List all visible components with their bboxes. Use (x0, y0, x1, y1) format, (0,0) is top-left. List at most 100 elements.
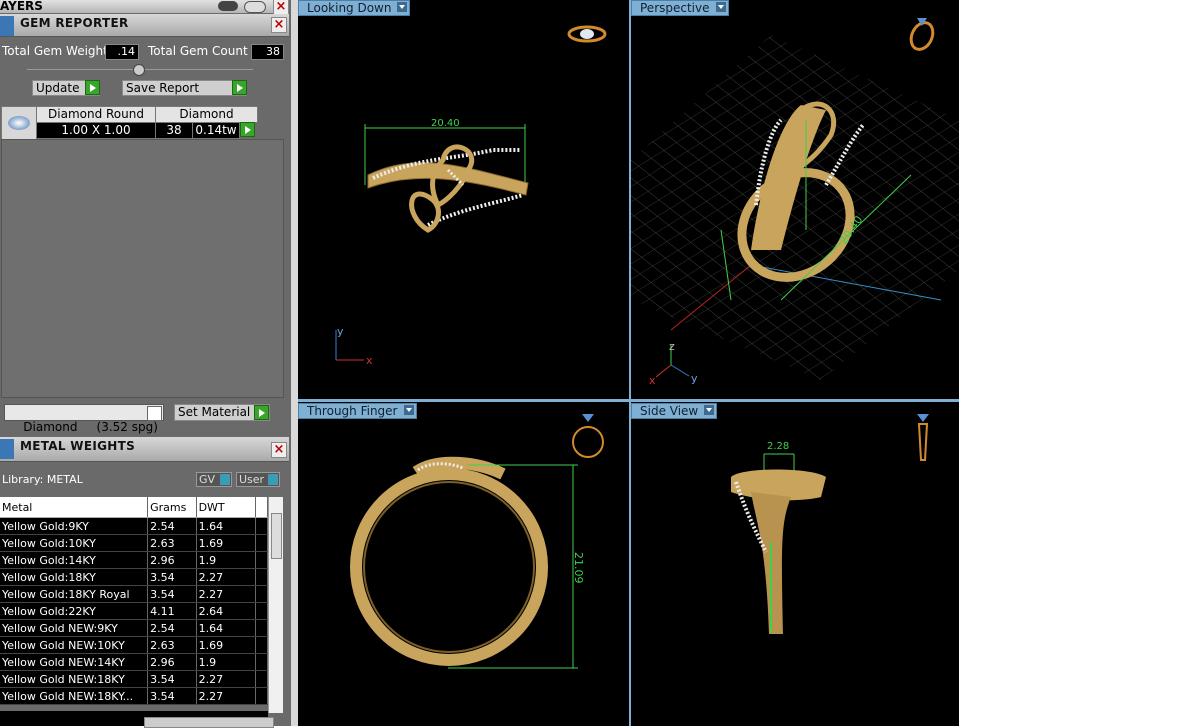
viewport-side-view[interactable]: Side View 2.28 (631, 402, 959, 726)
table-row[interactable]: Yellow Gold:22KY 4.11 2.64 (0, 602, 269, 620)
slider-handle[interactable] (133, 64, 145, 76)
table-row[interactable]: Yellow Gold:18KY 3.54 2.27 (0, 568, 269, 586)
layers-header: AYERS × (0, 0, 289, 15)
close-icon[interactable]: × (271, 442, 287, 458)
dwt-cell: 1.64 (196, 517, 256, 535)
user-toggle[interactable]: User (236, 472, 280, 487)
grams-cell: 3.54 (147, 585, 197, 603)
gem-weight-cell[interactable]: 0.14tw (192, 122, 240, 139)
grams-cell: 2.96 (147, 551, 197, 569)
ring-front-view: 21.09 (350, 414, 604, 669)
close-icon[interactable]: × (273, 0, 289, 15)
metal-weights-table: Metal Grams DWT Yellow Gold:9KY 2.54 1.64 Y… (0, 497, 269, 705)
spacer-cell (255, 534, 269, 552)
total-gem-weight-field[interactable]: .14 (105, 44, 139, 60)
gem-size-cell[interactable]: 1.00 X 1.00 (36, 122, 156, 139)
col-header-grams[interactable]: Grams (147, 497, 197, 518)
metal-cell: Yellow Gold NEW:9KY (0, 619, 149, 637)
metal-cell: Yellow Gold:22KY (0, 602, 149, 620)
toggle-icon[interactable] (218, 1, 238, 11)
play-icon[interactable] (232, 80, 247, 95)
spacer-cell (255, 653, 269, 671)
dwt-cell: 1.9 (196, 653, 256, 671)
table-row[interactable]: Yellow Gold NEW:10KY 2.63 1.69 (0, 636, 269, 654)
col-header-dwt[interactable]: DWT (196, 497, 256, 518)
dropdown-partial[interactable] (144, 717, 274, 728)
gv-toggle[interactable]: GV (196, 472, 232, 487)
grams-cell: 2.63 (147, 636, 197, 654)
play-icon[interactable] (254, 405, 269, 420)
metal-weights-titlebar: METAL WEIGHTS × (0, 437, 289, 462)
table-row[interactable]: Yellow Gold:10KY 2.63 1.69 (0, 534, 269, 552)
close-icon[interactable]: × (271, 17, 287, 33)
ring-top-view: 20.40 y x (335, 25, 607, 367)
chevron-down-icon (147, 406, 162, 421)
col-header-metal[interactable]: Metal (0, 497, 149, 518)
play-icon[interactable] (240, 122, 255, 137)
table-row[interactable]: Yellow Gold NEW:18KY... 3.54 2.27 (0, 687, 269, 705)
metal-cell: Yellow Gold:18KY (0, 568, 149, 586)
library-label: Library: METAL (2, 473, 83, 486)
total-gem-count-field[interactable]: 38 (251, 44, 284, 60)
viewport-divider-horizontal[interactable] (298, 399, 959, 402)
scrollbar[interactable] (268, 497, 283, 713)
table-row[interactable]: Yellow Gold:14KY 2.96 1.9 (0, 551, 269, 569)
table-row[interactable]: Yellow Gold:9KY 2.54 1.64 (0, 517, 269, 535)
ring-perspective-view: 20.40 z x y (631, 18, 959, 387)
eye-icon[interactable] (244, 1, 266, 13)
play-icon[interactable] (85, 80, 100, 95)
table-row[interactable]: Yellow Gold NEW:9KY 2.54 1.64 (0, 619, 269, 637)
set-material-label: Set Material (178, 405, 251, 419)
material-select-value: Diamond (3.52 spg) (23, 420, 158, 434)
user-label: User (239, 473, 265, 486)
panel-icon (0, 439, 14, 459)
spacer-cell (255, 517, 269, 535)
metal-cell: Yellow Gold:9KY (0, 517, 149, 535)
grams-cell: 3.54 (147, 670, 197, 688)
axis-x-label: x (366, 354, 373, 367)
table-row[interactable]: Yellow Gold NEW:18KY 3.54 2.27 (0, 670, 269, 688)
gem-reporter-titlebar: GEM REPORTER × (0, 14, 289, 37)
metal-cell: Yellow Gold NEW:18KY (0, 670, 149, 688)
grams-cell: 2.96 (147, 653, 197, 671)
grams-cell: 2.63 (147, 534, 197, 552)
table-row[interactable]: Yellow Gold NEW:14KY 2.96 1.9 (0, 653, 269, 671)
toggle-icon (220, 474, 230, 485)
table-row[interactable]: Yellow Gold:18KY Royal 3.54 2.27 (0, 585, 269, 603)
grams-cell: 3.54 (147, 687, 197, 705)
panel-divider[interactable] (291, 0, 298, 726)
dwt-cell: 2.27 (196, 585, 256, 603)
scrollbar-thumb[interactable] (271, 513, 282, 559)
viewport-looking-down[interactable]: Looking Down 20.40 y x (298, 0, 629, 399)
spacer-cell (255, 636, 269, 654)
save-report-label: Save Report (126, 81, 200, 95)
update-label: Update (36, 81, 80, 95)
ring-side-view: 2.28 (731, 414, 929, 634)
viewport-divider-vertical[interactable] (629, 0, 631, 726)
dwt-cell: 1.9 (196, 551, 256, 569)
dwt-cell: 2.64 (196, 602, 256, 620)
grams-cell: 2.54 (147, 517, 197, 535)
dwt-cell: 1.69 (196, 534, 256, 552)
spacer-cell (255, 602, 269, 620)
dwt-cell: 2.27 (196, 687, 256, 705)
table-header-shape: Diamond Round (36, 106, 156, 123)
dimension-label: 21.09 (572, 552, 585, 584)
diamond-icon (8, 116, 30, 130)
total-gem-count-label: Total Gem Count (148, 44, 248, 58)
gem-count-cell[interactable]: 38 (155, 122, 193, 139)
total-gem-weight-label: Total Gem Weight (2, 44, 108, 58)
grams-cell: 3.54 (147, 568, 197, 586)
toggle-icon (268, 474, 278, 485)
material-select[interactable]: Diamond (3.52 spg) (4, 404, 164, 434)
dwt-cell: 1.69 (196, 636, 256, 654)
gem-row-icon-cell[interactable] (1, 106, 37, 140)
spacer-cell (255, 585, 269, 603)
viewport-perspective[interactable]: Perspective 20.40 z x y (631, 0, 959, 399)
axis-x-label: x (649, 374, 656, 387)
viewport-through-finger[interactable]: Through Finger 21.09 (298, 402, 629, 726)
save-report-button[interactable]: Save Report (122, 80, 247, 96)
metal-weights-title: METAL WEIGHTS (20, 439, 136, 453)
dwt-cell: 2.27 (196, 568, 256, 586)
dwt-cell: 1.64 (196, 619, 256, 637)
